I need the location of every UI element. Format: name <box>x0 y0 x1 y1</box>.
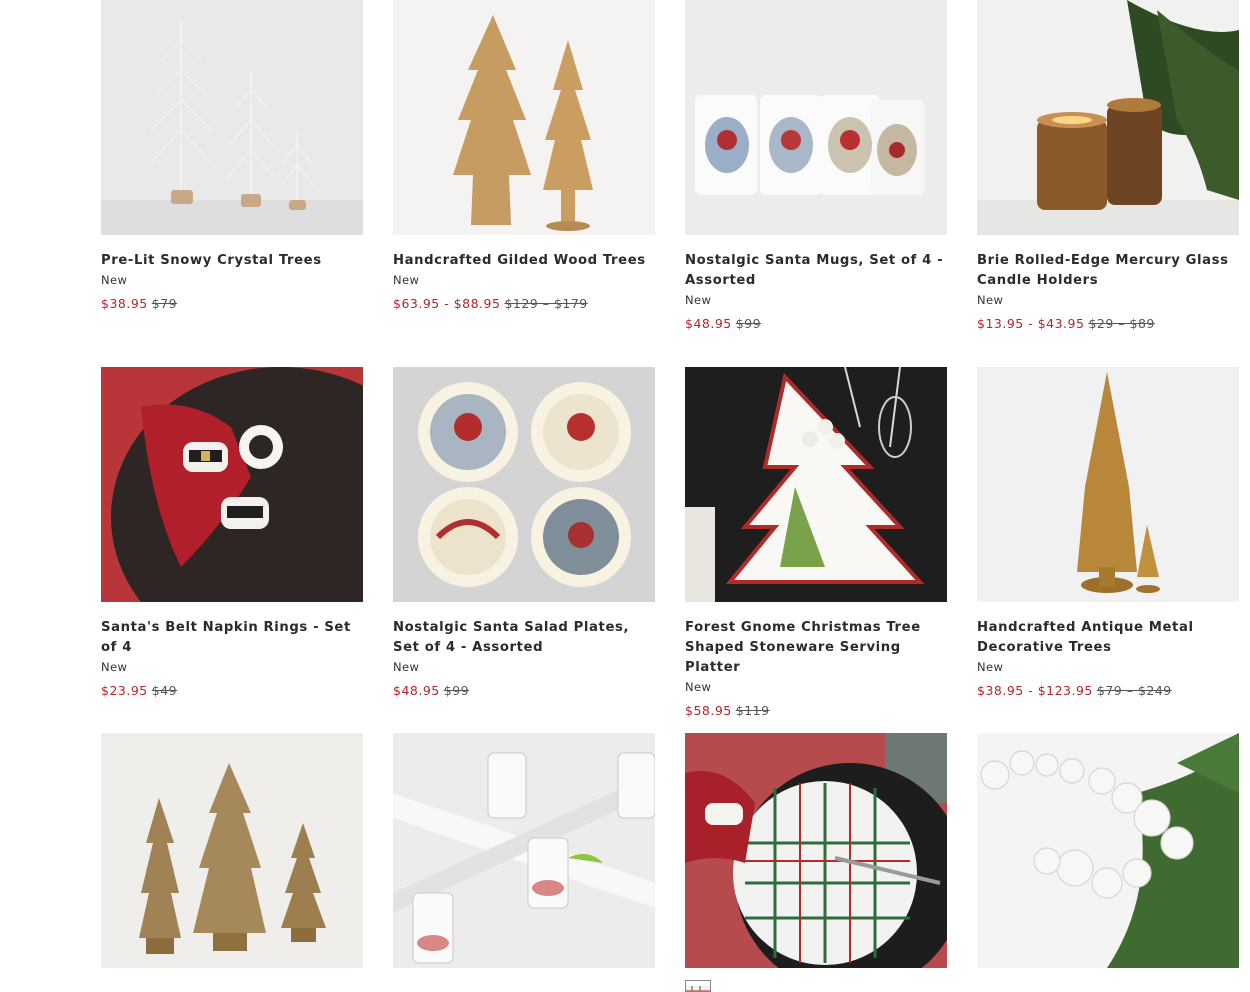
price: $63.95 - $88.95 $129 – $179 <box>393 296 655 311</box>
original-price: $119 <box>735 703 770 718</box>
new-tag: New <box>685 680 712 694</box>
product-image[interactable] <box>101 0 363 235</box>
product-card[interactable]: Nostalgic Santa Salad Plates, Set of 4 -… <box>393 367 655 698</box>
product-title[interactable]: Brie Rolled-Edge Mercury Glass Candle Ho… <box>977 251 1239 291</box>
sale-price: $38.95 <box>101 296 148 311</box>
product-title[interactable]: Nostalgic Santa Mugs, Set of 4 - Assorte… <box>685 251 947 291</box>
original-price: $129 – $179 <box>504 296 588 311</box>
product-card[interactable] <box>393 733 655 968</box>
product-card[interactable]: Santa's Belt Napkin Rings - Set of 4 New… <box>101 367 363 698</box>
original-price: $79 – $249 <box>1096 683 1172 698</box>
new-tag: New <box>101 273 128 287</box>
original-price: $79 <box>151 296 178 311</box>
original-price: $99 <box>443 683 470 698</box>
price: $38.95 $79 <box>101 296 363 311</box>
sale-price: $13.95 - $43.95 <box>977 316 1085 331</box>
new-tag: New <box>393 660 420 674</box>
original-price: $49 <box>151 683 178 698</box>
product-card[interactable]: Pre-Lit Snowy Crystal Trees New $38.95 $7… <box>101 0 363 311</box>
product-title[interactable]: Pre-Lit Snowy Crystal Trees <box>101 251 363 271</box>
product-image[interactable] <box>101 367 363 602</box>
new-tag: New <box>685 293 712 307</box>
sale-price: $58.95 <box>685 703 732 718</box>
original-price: $29 – $89 <box>1088 316 1155 331</box>
product-card[interactable]: Handcrafted Gilded Wood Trees New $63.95… <box>393 0 655 311</box>
product-card[interactable] <box>101 733 363 968</box>
color-swatch[interactable] <box>685 980 711 992</box>
product-card[interactable]: Brie Rolled-Edge Mercury Glass Candle Ho… <box>977 0 1239 331</box>
product-image[interactable] <box>685 367 947 602</box>
sale-price: $38.95 - $123.95 <box>977 683 1093 698</box>
sale-price: $23.95 <box>101 683 148 698</box>
product-image[interactable] <box>685 733 947 968</box>
price: $48.95 $99 <box>393 683 655 698</box>
product-card[interactable]: Nostalgic Santa Mugs, Set of 4 - Assorte… <box>685 0 947 331</box>
product-card[interactable]: Forest Gnome Christmas Tree Shaped Stone… <box>685 367 947 718</box>
new-tag: New <box>977 660 1004 674</box>
product-image[interactable] <box>977 733 1239 968</box>
original-price: $99 <box>735 316 762 331</box>
sale-price: $63.95 - $88.95 <box>393 296 501 311</box>
price: $38.95 - $123.95 $79 – $249 <box>977 683 1239 698</box>
price: $48.95 $99 <box>685 316 947 331</box>
product-title[interactable]: Nostalgic Santa Salad Plates, Set of 4 -… <box>393 618 655 658</box>
product-image[interactable] <box>393 0 655 235</box>
product-title[interactable]: Handcrafted Gilded Wood Trees <box>393 251 655 271</box>
product-image[interactable] <box>393 733 655 968</box>
price: $13.95 - $43.95 $29 – $89 <box>977 316 1239 331</box>
product-card[interactable] <box>977 733 1239 968</box>
new-tag: New <box>977 293 1004 307</box>
sale-price: $48.95 <box>685 316 732 331</box>
price: $23.95 $49 <box>101 683 363 698</box>
product-image[interactable] <box>977 0 1239 235</box>
product-title[interactable]: Forest Gnome Christmas Tree Shaped Stone… <box>685 618 947 678</box>
product-card[interactable] <box>685 733 947 992</box>
product-image[interactable] <box>101 733 363 968</box>
product-image[interactable] <box>393 367 655 602</box>
sale-price: $48.95 <box>393 683 440 698</box>
product-title[interactable]: Handcrafted Antique Metal Decorative Tre… <box>977 618 1239 658</box>
price: $58.95 $119 <box>685 703 947 718</box>
product-image[interactable] <box>685 0 947 235</box>
product-card[interactable]: Handcrafted Antique Metal Decorative Tre… <box>977 367 1239 698</box>
new-tag: New <box>393 273 420 287</box>
new-tag: New <box>101 660 128 674</box>
product-title[interactable]: Santa's Belt Napkin Rings - Set of 4 <box>101 618 363 658</box>
product-image[interactable] <box>977 367 1239 602</box>
